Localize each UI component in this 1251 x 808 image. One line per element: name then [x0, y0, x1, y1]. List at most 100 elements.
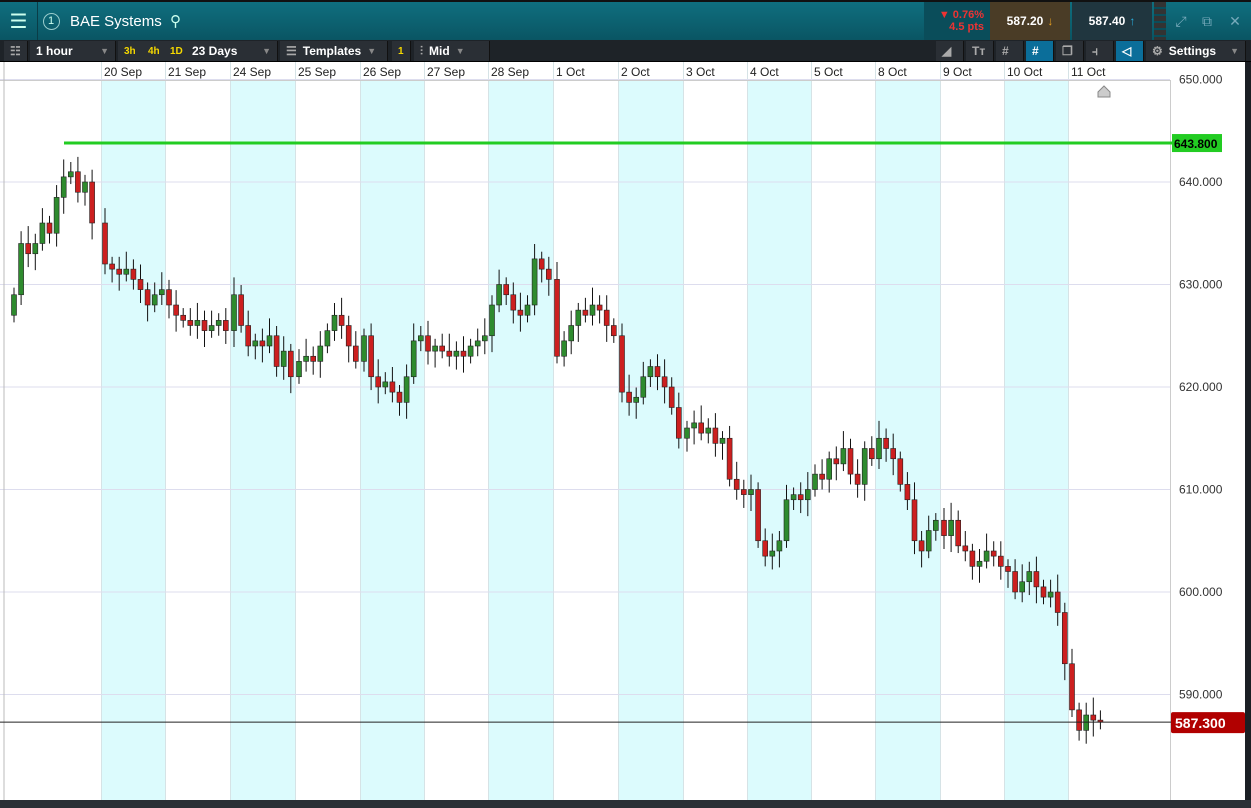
candle-body	[481, 335, 488, 342]
date-label: 8 Oct	[878, 65, 907, 79]
grid-icon[interactable]: #	[996, 41, 1024, 61]
settings-label: Settings	[1168, 44, 1217, 58]
candle-body	[266, 335, 273, 347]
candle-body	[948, 519, 954, 536]
price-chart[interactable]: 20 Sep 21 Sep 24 Sep 25 Sep 26 Sep 27 Sep 28 S…	[0, 62, 1245, 800]
candle-body	[833, 458, 840, 465]
y-tick-label: 640.000	[1179, 175, 1223, 189]
day-shade	[101, 62, 165, 800]
level-tag-label: 643.800	[1174, 137, 1218, 151]
candle-body	[338, 314, 345, 326]
templates-button[interactable]: ☰ Templates ▼	[280, 41, 388, 61]
instrument-title[interactable]: BAE Systems	[70, 2, 162, 40]
candle-body	[317, 345, 324, 362]
interval-label: 1 hour	[36, 44, 73, 58]
close-icon[interactable]: ✕	[1222, 2, 1248, 40]
sell-button[interactable]: 587.20 ↓	[990, 2, 1070, 40]
candle-body	[503, 284, 510, 296]
candle-body	[769, 550, 776, 557]
candle-body	[331, 314, 338, 331]
menu-icon[interactable]: ☰	[0, 2, 38, 40]
templates-label: Templates	[302, 44, 362, 58]
candle-body	[173, 304, 179, 316]
candle-body	[1062, 612, 1068, 665]
candle-icon[interactable]: ⫞	[1086, 41, 1114, 61]
date-label: 11 Oct	[1071, 65, 1106, 79]
candle-body	[783, 499, 790, 542]
range-select[interactable]: 23 Days ▼	[186, 41, 278, 61]
chevron-down-icon: ▼	[1230, 46, 1239, 56]
y-tick-label: 590.000	[1179, 688, 1223, 702]
y-tick-label: 600.000	[1179, 585, 1223, 599]
link-group-badge[interactable]: 1	[38, 2, 64, 40]
candle-body	[310, 355, 317, 362]
candle-body	[194, 320, 201, 326]
candle-body	[273, 335, 280, 367]
layers-icon[interactable]: ❐	[1056, 41, 1084, 61]
candle-body	[1047, 591, 1054, 598]
price-type-select[interactable]: ⫶ Mid ▼	[414, 41, 490, 61]
last-price-label: 587.300	[1175, 715, 1226, 731]
candle-body	[137, 279, 144, 290]
date-label: 1 Oct	[556, 65, 585, 79]
candle-body	[554, 279, 560, 357]
count-badge[interactable]: 1	[392, 41, 411, 61]
candle-body	[819, 473, 825, 480]
candle-body	[568, 325, 575, 342]
candle-body	[1054, 591, 1061, 613]
candle-body	[976, 560, 983, 567]
candle-body	[861, 448, 868, 485]
candle-body	[223, 320, 229, 331]
scroll-home-icon[interactable]	[1097, 85, 1111, 98]
chart-canvas[interactable]: 20 Sep 21 Sep 24 Sep 25 Sep 26 Sep 27 Sep 28 S…	[0, 62, 1245, 800]
candle-body	[626, 391, 632, 403]
search-icon[interactable]: ⚲	[170, 2, 181, 40]
candles-icon: ⫶	[420, 43, 424, 58]
day-shade	[1004, 62, 1068, 800]
quick-4h[interactable]: 4h	[142, 41, 167, 61]
quick-3h[interactable]: 3h	[118, 41, 143, 61]
candle-body	[489, 304, 495, 337]
date-label: 3 Oct	[686, 65, 715, 79]
tag-icon[interactable]: ◁	[1116, 41, 1144, 61]
candle-body	[375, 376, 382, 388]
candle-body	[603, 309, 610, 326]
candle-body	[39, 222, 46, 244]
candle-body	[361, 335, 367, 362]
candle-body	[748, 489, 754, 495]
day-shade	[230, 62, 295, 800]
candle-body	[854, 473, 861, 485]
candle-body	[296, 361, 302, 378]
candle-body	[252, 340, 259, 347]
chart-toolbar: ☷ 1 hour ▼ 3h 4h 1D 23 Days ▼ ☰ Templates ▼ …	[0, 40, 1251, 62]
date-label: 24 Sep	[233, 65, 271, 79]
change-percent: ▼ 0.76%	[938, 9, 984, 21]
candle-body	[911, 499, 918, 542]
candle-body	[151, 294, 158, 306]
draw-tool-icon[interactable]: ◢	[936, 41, 964, 61]
crosshair-grid-icon[interactable]: #	[1026, 41, 1054, 61]
list-icon[interactable]: ☷	[4, 41, 28, 61]
expand-icon[interactable]: ⤢	[1168, 2, 1194, 40]
day-shade	[488, 62, 553, 800]
arrow-up-icon: ↑	[1129, 14, 1136, 28]
candle-body	[883, 437, 889, 449]
popout-icon[interactable]: ⧉	[1194, 2, 1220, 40]
interval-select[interactable]: 1 hour ▼	[30, 41, 116, 61]
candle-body	[990, 550, 997, 557]
settings-button[interactable]: ⚙ Settings ▼	[1146, 41, 1246, 61]
candle-body	[890, 448, 897, 460]
candle-body	[410, 340, 417, 378]
drag-handle[interactable]	[1154, 2, 1166, 40]
sell-price: 587.20	[1006, 14, 1044, 28]
candle-body	[561, 340, 567, 357]
y-tick-label: 630.000	[1179, 278, 1223, 292]
candle-body	[389, 381, 396, 393]
candle-body	[1026, 571, 1033, 583]
sliders-icon: ☰	[286, 44, 297, 58]
date-label: 9 Oct	[943, 65, 972, 79]
candle-body	[668, 386, 675, 408]
buy-button[interactable]: 587.40 ↑	[1072, 2, 1152, 40]
candle-body	[698, 422, 705, 434]
text-tool-icon[interactable]: Tт	[966, 41, 994, 61]
